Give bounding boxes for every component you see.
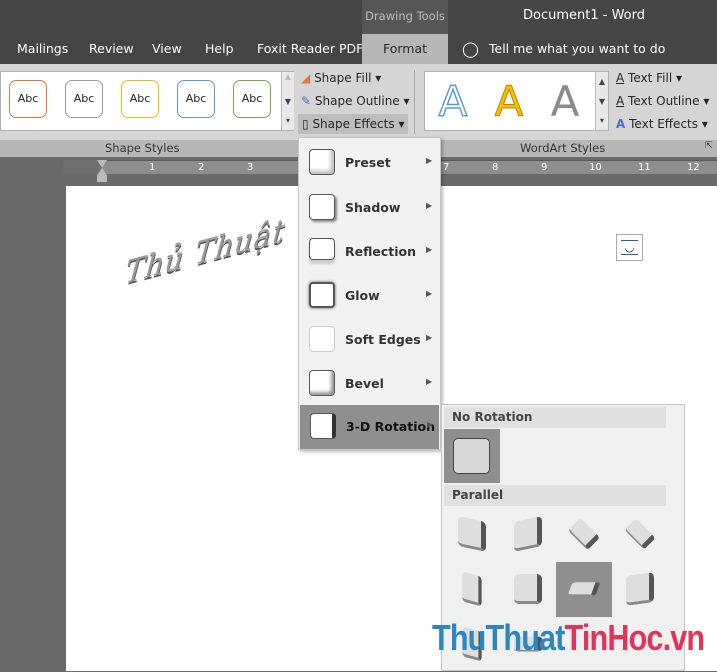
text-fill-button[interactable]: A Text Fill ▾ <box>616 68 682 88</box>
ruler-number: 1 <box>149 162 156 173</box>
submenu-arrow-icon: ▶ <box>426 333 433 342</box>
paint-bucket-icon: ◢ <box>301 71 311 85</box>
shadow-icon <box>309 194 335 220</box>
window-title: Document1 - Word <box>523 8 645 23</box>
3d-cube-icon <box>514 574 542 604</box>
parallel-rotation-option[interactable] <box>612 507 668 562</box>
shape-effects-menu: Preset ▶ Shadow ▶ Reflection ▶ Glow ▶ Soft E… <box>298 137 441 450</box>
gallery-more[interactable]: ▾ <box>595 112 608 130</box>
parallel-rotation-option[interactable] <box>556 507 612 562</box>
menu-item-glow[interactable]: Glow ▶ <box>299 274 440 318</box>
3d-cube-icon <box>567 582 601 596</box>
shape-outline-button[interactable]: ✎ Shape Outline ▾ <box>301 91 410 111</box>
parallel-rotation-option[interactable] <box>444 507 500 562</box>
gallery-scroll-up[interactable]: ▲ <box>281 72 294 92</box>
parallel-rotation-option[interactable] <box>500 507 556 562</box>
shape-style-swatch[interactable]: Abc <box>65 80 103 118</box>
dialog-launcher-icon[interactable]: ⇱ <box>705 141 713 151</box>
ruler-number: 2 <box>198 162 205 173</box>
pen-icon: ✎ <box>301 94 312 108</box>
submenu-arrow-icon: ▶ <box>426 156 433 165</box>
ruler-number: 8 <box>492 162 499 173</box>
tab-view[interactable]: View <box>152 34 182 64</box>
ribbon-tabs: Mailings Review View Help Foxit Reader P… <box>0 34 717 64</box>
reflection-icon <box>309 238 335 260</box>
3d-cube-icon <box>514 516 542 552</box>
flat-square-icon <box>453 438 490 474</box>
tell-me-search[interactable]: Tell me what you want to do <box>489 34 665 64</box>
3d-cube-icon <box>567 517 601 551</box>
watermark-logo: ThuThuatTinHoc.vn <box>432 617 705 658</box>
lightbulb-icon: ◯ <box>462 40 479 58</box>
wordart-gallery: A A A ▲ ▼ ▾ <box>424 71 609 131</box>
menu-item-3d-rotation[interactable]: 3-D Rotation ▶ <box>300 405 439 449</box>
preset-icon <box>309 149 335 175</box>
submenu-arrow-icon: ▶ <box>426 377 433 386</box>
parallel-rotation-option[interactable] <box>444 562 500 617</box>
submenu-arrow-icon: ▶ <box>426 201 433 210</box>
tab-foxit-reader-pdf[interactable]: Foxit Reader PDF <box>257 34 363 64</box>
menu-item-reflection[interactable]: Reflection ▶ <box>299 230 440 274</box>
glow-icon <box>309 282 335 308</box>
ruler-number: 3 <box>247 162 254 173</box>
ruler-margin <box>63 160 102 174</box>
text-effects-button[interactable]: A Text Effects ▾ <box>616 114 708 134</box>
3d-cube-icon <box>624 518 656 550</box>
shape-effects-icon: ▯ <box>302 117 309 131</box>
submenu-arrow-icon: ▶ <box>426 245 433 254</box>
menu-item-bevel[interactable]: Bevel ▶ <box>299 362 440 406</box>
3d-cube-icon <box>458 516 486 552</box>
tab-review[interactable]: Review <box>89 34 134 64</box>
no-rotation-option[interactable] <box>444 429 500 483</box>
group-divider <box>414 70 415 134</box>
wordart-sample[interactable]: A <box>485 77 533 126</box>
text-outline-icon: A <box>616 94 625 108</box>
bevel-icon <box>309 370 335 396</box>
drawing-tools-label: Drawing Tools <box>362 0 448 34</box>
menu-item-shadow[interactable]: Shadow ▶ <box>299 186 440 230</box>
gallery-scroll-down[interactable]: ▼ <box>595 92 608 112</box>
text-effects-icon: A <box>616 117 626 131</box>
ruler-number: 11 <box>638 162 651 173</box>
text-fill-icon: A <box>616 71 625 85</box>
gallery-more[interactable]: ▾ <box>281 112 294 130</box>
shape-fill-button[interactable]: ◢ Shape Fill ▾ <box>301 68 381 88</box>
ruler-number: 7 <box>443 162 450 173</box>
text-outline-button[interactable]: A Text Outline ▾ <box>616 91 709 111</box>
soft-edges-icon <box>309 326 335 352</box>
tab-format[interactable]: Format <box>362 34 448 64</box>
3d-cube-icon <box>626 572 654 606</box>
parallel-rotation-option[interactable] <box>556 562 612 617</box>
ruler-number: 9 <box>541 162 548 173</box>
tab-mailings[interactable]: Mailings <box>17 34 68 64</box>
submenu-arrow-icon: ▶ <box>426 289 433 298</box>
ruler-number: 12 <box>687 162 700 173</box>
layout-options-icon[interactable]: ◡ <box>616 234 643 261</box>
shape-style-swatch[interactable]: Abc <box>9 80 47 118</box>
ruler-number: 10 <box>589 162 602 173</box>
shape-style-swatch[interactable]: Abc <box>177 80 215 118</box>
wordart-styles-label: WordArt Styles <box>520 141 606 155</box>
shape-style-swatch[interactable]: Abc <box>233 80 271 118</box>
submenu-arrow-icon: ▶ <box>427 420 434 429</box>
section-header-parallel: Parallel <box>444 485 666 506</box>
shape-style-swatch[interactable]: Abc <box>121 80 159 118</box>
section-header-no-rotation: No Rotation <box>444 407 666 428</box>
wordart-sample[interactable]: A <box>541 78 589 126</box>
parallel-rotation-option[interactable] <box>612 562 668 617</box>
tab-help[interactable]: Help <box>205 34 234 64</box>
wordart-sample[interactable]: A <box>429 77 477 127</box>
shape-styles-gallery: Abc Abc Abc Abc Abc ▲ ▼ ▾ <box>0 71 294 131</box>
gallery-scroll-down[interactable]: ▼ <box>281 92 294 112</box>
3d-rotation-icon <box>310 413 336 439</box>
3d-cube-icon <box>462 571 482 607</box>
parallel-rotation-option[interactable] <box>500 562 556 617</box>
shape-styles-label: Shape Styles <box>105 141 180 155</box>
menu-item-preset[interactable]: Preset ▶ <box>299 141 440 185</box>
gallery-scroll-up[interactable]: ▲ <box>595 72 608 92</box>
menu-item-soft-edges[interactable]: Soft Edges ▶ <box>299 318 440 362</box>
shape-effects-button[interactable]: ▯ Shape Effects ▾ <box>298 114 409 134</box>
